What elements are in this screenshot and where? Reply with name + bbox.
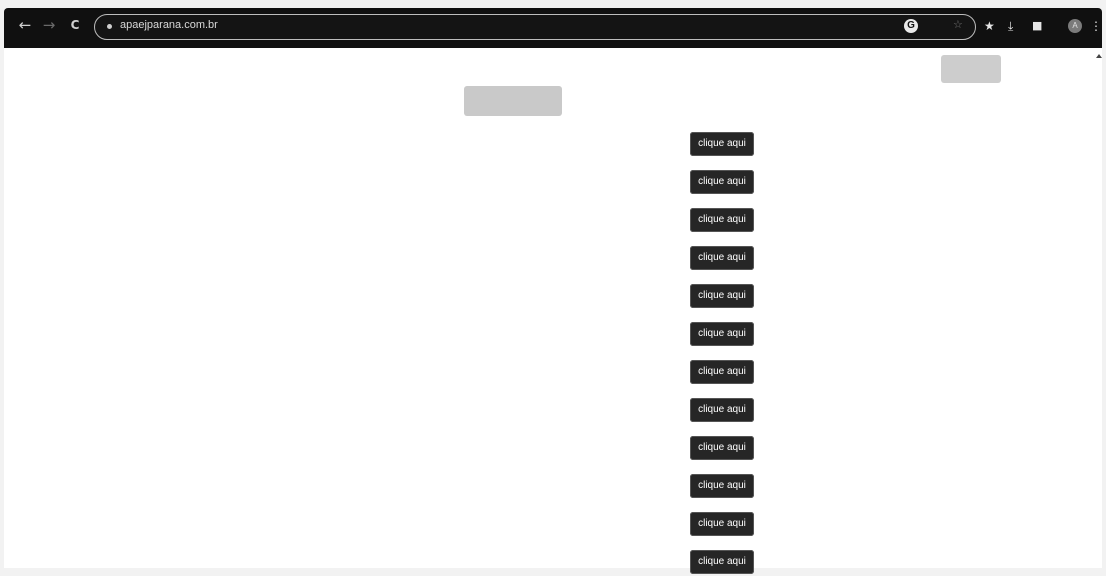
clique-aqui-button[interactable]: clique aqui: [690, 246, 754, 270]
clique-aqui-button[interactable]: clique aqui: [690, 474, 754, 498]
list-item: clique aqui: [4, 282, 1102, 310]
list-item: clique aqui: [4, 130, 1102, 158]
list-item: clique aqui: [4, 434, 1102, 462]
sidepanel-icon[interactable]: ■: [1032, 19, 1042, 33]
clique-aqui-button[interactable]: clique aqui: [690, 132, 754, 156]
list-item: clique aqui: [4, 472, 1102, 500]
address-bar[interactable]: apaejparana.com.br G ☆: [94, 14, 976, 40]
kebab-menu-icon[interactable]: ⋮: [1090, 19, 1102, 33]
clique-aqui-button[interactable]: clique aqui: [690, 208, 754, 232]
list-item: clique aqui: [4, 320, 1102, 348]
profile-avatar-icon[interactable]: A: [1068, 19, 1082, 33]
list-item: clique aqui: [4, 168, 1102, 196]
top-right-button[interactable]: [941, 55, 1001, 83]
page-content: clique aqui clique aqui clique aqui cliq…: [4, 48, 1102, 574]
list-item: clique aqui: [4, 358, 1102, 386]
clique-aqui-button[interactable]: clique aqui: [690, 322, 754, 346]
list-item: clique aqui: [4, 206, 1102, 234]
clique-aqui-button[interactable]: clique aqui: [690, 550, 754, 574]
clique-aqui-button[interactable]: clique aqui: [690, 436, 754, 460]
url-text[interactable]: apaejparana.com.br: [120, 19, 218, 31]
site-info-icon[interactable]: [107, 24, 112, 29]
list-item: clique aqui: [4, 396, 1102, 424]
browser-toolbar: ← → C apaejparana.com.br G ☆ ★ ⤓ ■ A ⋮: [4, 8, 1102, 48]
scroll-up-arrow-icon[interactable]: [1096, 54, 1102, 58]
bookmark-star-icon[interactable]: ☆: [953, 18, 963, 31]
google-icon[interactable]: G: [904, 19, 918, 33]
clique-aqui-button[interactable]: clique aqui: [690, 284, 754, 308]
clique-aqui-button[interactable]: clique aqui: [690, 512, 754, 536]
list-item: clique aqui: [4, 548, 1102, 576]
reload-icon[interactable]: C: [66, 16, 84, 34]
back-arrow-icon[interactable]: ←: [16, 16, 34, 34]
extensions-pin-icon[interactable]: ★: [984, 19, 995, 33]
forward-arrow-icon[interactable]: →: [40, 16, 58, 34]
header-button[interactable]: [464, 86, 562, 116]
clique-aqui-button[interactable]: clique aqui: [690, 170, 754, 194]
list-item: clique aqui: [4, 244, 1102, 272]
download-icon[interactable]: ⤓: [1008, 19, 1013, 33]
clique-aqui-button[interactable]: clique aqui: [690, 360, 754, 384]
clique-aqui-button[interactable]: clique aqui: [690, 398, 754, 422]
list-item: clique aqui: [4, 510, 1102, 538]
